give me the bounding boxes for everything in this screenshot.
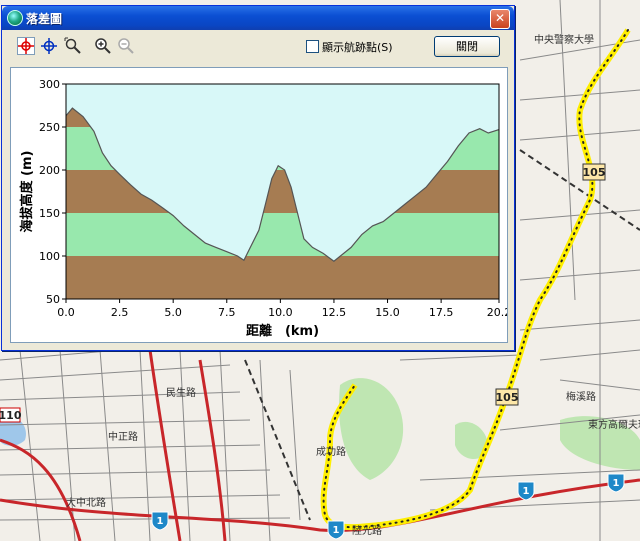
elevation-band — [66, 256, 499, 299]
elevation-chart[interactable]: 50 100 150 200 250 300 0.0 2.5 5.0 7.5 10.0 12.5 15… — [11, 68, 507, 342]
x-tick-label: 20.2 — [487, 306, 507, 319]
x-tick-label: 12.5 — [322, 306, 347, 319]
elevation-chart-panel: 50 100 150 200 250 300 0.0 2.5 5.0 7.5 10.0 12.5 15… — [10, 67, 508, 343]
map-label: 中央警察大學 — [534, 33, 594, 46]
close-button[interactable]: 關閉 — [434, 36, 500, 57]
crosshair-red-icon — [18, 38, 34, 54]
show-trackpoints-label[interactable]: 顯示航跡點(S) — [322, 39, 393, 55]
y-tick-label: 300 — [39, 78, 60, 91]
y-tick-label: 200 — [39, 164, 60, 177]
map-label: 東方高爾夫球 — [588, 418, 640, 431]
shield-label: 105 — [496, 391, 519, 404]
elevation-band — [66, 213, 499, 256]
map-label: 梅溪路 — [566, 390, 596, 403]
shield-label: 1 — [613, 478, 620, 489]
shield-1: 1 — [151, 511, 169, 531]
x-tick-label: 2.5 — [111, 306, 129, 319]
shield-1: 1 — [607, 473, 625, 493]
crosshair-red-button[interactable] — [17, 37, 35, 55]
window-title: 落差圖 — [26, 12, 63, 26]
shield-1: 1 — [327, 520, 345, 540]
close-icon: ✕ — [494, 11, 506, 25]
y-tick-label: 150 — [39, 207, 60, 220]
zoom-in-icon — [95, 38, 111, 54]
shield-label: 110 — [0, 409, 22, 422]
x-axis-label: 距離 (km) — [246, 323, 319, 339]
zoom-out-icon — [118, 38, 134, 54]
map-label: 中正路 — [108, 430, 138, 443]
map-label: 成功路 — [316, 445, 346, 458]
x-tick-label: 5.0 — [164, 306, 182, 319]
x-tick-label: 17.5 — [429, 306, 454, 319]
shield-label: 105 — [583, 166, 606, 179]
close-window-button[interactable]: ✕ — [490, 9, 510, 29]
x-tick-label: 0.0 — [57, 306, 75, 319]
crosshair-blue-icon — [41, 38, 57, 54]
shield-110: 110 — [0, 407, 22, 423]
y-tick-label: 100 — [39, 250, 60, 263]
shield-1: 1 — [517, 481, 535, 501]
zoom-select-button[interactable] — [64, 37, 82, 55]
y-axis-label: 海拔高度 (m) — [19, 151, 35, 233]
show-trackpoints-checkbox[interactable] — [306, 40, 319, 53]
zoom-select-icon — [64, 37, 81, 54]
shield-105: 105 — [582, 163, 606, 181]
crosshair-blue-button[interactable] — [40, 37, 58, 55]
title-bar[interactable]: 落差圖 ✕ — [2, 6, 514, 30]
x-tick-label: 7.5 — [218, 306, 236, 319]
y-tick-label: 50 — [46, 293, 60, 306]
toolbar: 顯示航跡點(S) 關閉 — [2, 30, 514, 60]
shield-105: 105 — [495, 388, 519, 406]
x-tick-label: 10.0 — [268, 306, 293, 319]
zoom-in-button[interactable] — [94, 37, 112, 55]
shield-label: 1 — [333, 525, 340, 536]
app-globe-icon — [7, 10, 23, 26]
x-tick-label: 15.0 — [375, 306, 400, 319]
zoom-out-button[interactable] — [117, 37, 135, 55]
elevation-profile-window: 落差圖 ✕ 顯示航跡點(S) 關閉 50 100 150 200 250 300… — [1, 5, 515, 351]
y-tick-label: 250 — [39, 121, 60, 134]
shield-label: 1 — [523, 486, 530, 497]
shield-label: 1 — [157, 516, 164, 527]
map-label: 民生路 — [166, 386, 196, 399]
map-label: 大中北路 — [66, 496, 106, 509]
map-label: 陸光路 — [352, 524, 382, 537]
